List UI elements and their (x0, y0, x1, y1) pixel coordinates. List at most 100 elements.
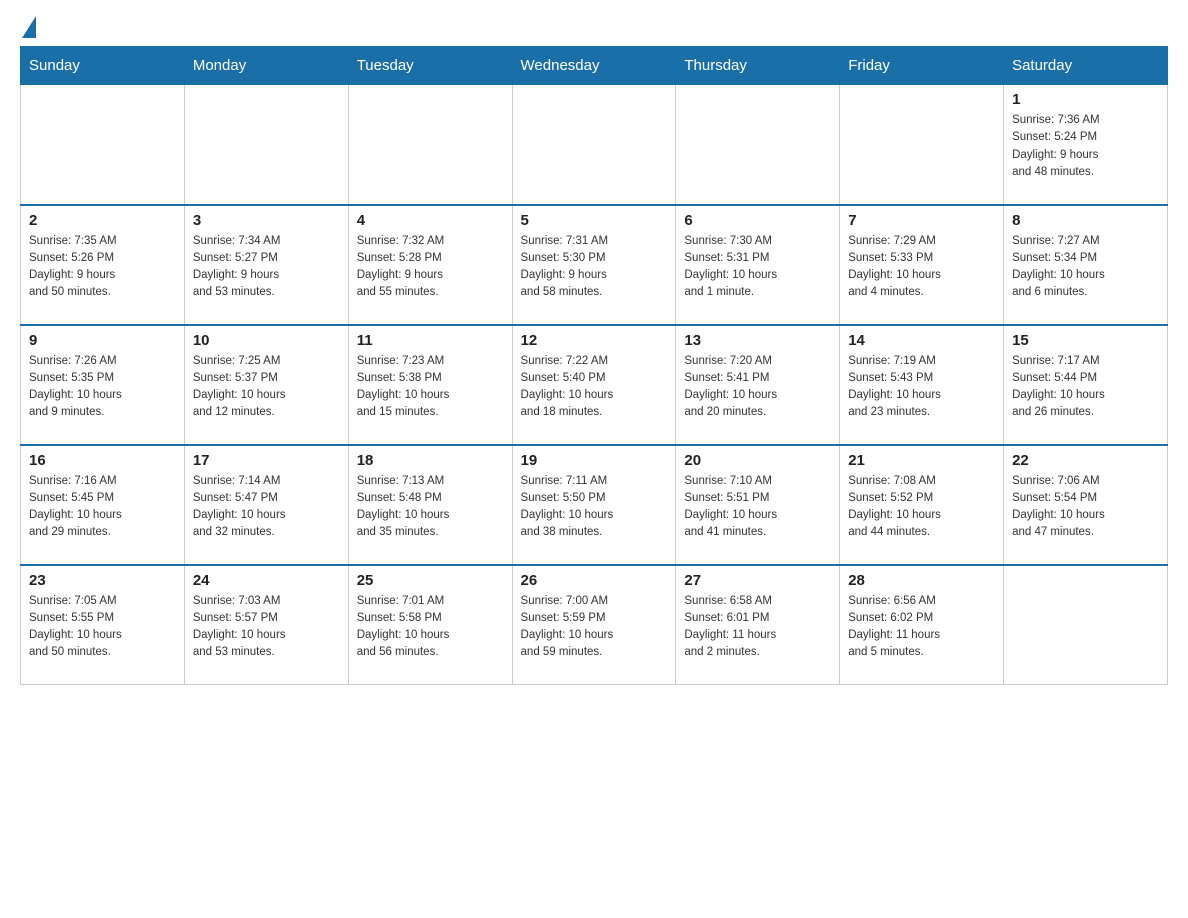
calendar-cell (512, 85, 676, 205)
calendar-cell: 14Sunrise: 7:19 AM Sunset: 5:43 PM Dayli… (840, 325, 1004, 445)
calendar-cell: 20Sunrise: 7:10 AM Sunset: 5:51 PM Dayli… (676, 445, 840, 565)
day-info: Sunrise: 7:20 AM Sunset: 5:41 PM Dayligh… (684, 353, 831, 422)
day-info: Sunrise: 7:11 AM Sunset: 5:50 PM Dayligh… (521, 473, 668, 542)
day-number: 1 (1012, 91, 1159, 108)
day-number: 14 (848, 332, 995, 349)
calendar-cell (21, 85, 185, 205)
calendar-cell: 5 Sunrise: 7:31 AM Sunset: 5:30 PM Daylig… (512, 205, 676, 325)
calendar-cell: 7Sunrise: 7:29 AM Sunset: 5:33 PM Daylig… (840, 205, 1004, 325)
week-row-5: 23 Sunrise: 7:05 AM Sunset: 5:55 PM Dayli… (21, 565, 1168, 685)
calendar-cell (184, 85, 348, 205)
day-info: Sunrise: 7:06 AM Sunset: 5:54 PM Dayligh… (1012, 473, 1159, 542)
calendar-cell: 22 Sunrise: 7:06 AM Sunset: 5:54 PM Dayli… (1004, 445, 1168, 565)
day-number: 20 (684, 452, 831, 469)
calendar-cell: 2Sunrise: 7:35 AM Sunset: 5:26 PM Daylig… (21, 205, 185, 325)
calendar-cell: 24 Sunrise: 7:03 AM Sunset: 5:57 PM Dayli… (184, 565, 348, 685)
weekday-header-saturday: Saturday (1004, 47, 1168, 85)
day-info: Sunrise: 7:26 AM Sunset: 5:35 PM Dayligh… (29, 353, 176, 422)
day-number: 6 (684, 212, 831, 229)
calendar-cell: 23 Sunrise: 7:05 AM Sunset: 5:55 PM Dayli… (21, 565, 185, 685)
day-number: 18 (357, 452, 504, 469)
day-number: 10 (193, 332, 340, 349)
day-number: 8 (1012, 212, 1159, 229)
calendar-cell: 28 Sunrise: 6:56 AM Sunset: 6:02 PM Dayli… (840, 565, 1004, 685)
day-number: 17 (193, 452, 340, 469)
day-info: Sunrise: 6:56 AM Sunset: 6:02 PM Dayligh… (848, 593, 995, 662)
calendar-cell: 18 Sunrise: 7:13 AM Sunset: 5:48 PM Dayli… (348, 445, 512, 565)
day-info: Sunrise: 7:27 AM Sunset: 5:34 PM Dayligh… (1012, 233, 1159, 302)
calendar-cell: 6 Sunrise: 7:30 AM Sunset: 5:31 PM Daylig… (676, 205, 840, 325)
day-number: 24 (193, 572, 340, 589)
day-info: Sunrise: 7:34 AM Sunset: 5:27 PM Dayligh… (193, 233, 340, 302)
calendar-cell: 10 Sunrise: 7:25 AM Sunset: 5:37 PM Dayli… (184, 325, 348, 445)
day-info: Sunrise: 7:14 AM Sunset: 5:47 PM Dayligh… (193, 473, 340, 542)
weekday-header-thursday: Thursday (676, 47, 840, 85)
day-number: 28 (848, 572, 995, 589)
calendar-cell: 12Sunrise: 7:22 AM Sunset: 5:40 PM Dayli… (512, 325, 676, 445)
week-row-1: 1 Sunrise: 7:36 AM Sunset: 5:24 PM Daylig… (21, 85, 1168, 205)
calendar-cell (348, 85, 512, 205)
calendar-cell (676, 85, 840, 205)
weekday-header-sunday: Sunday (21, 47, 185, 85)
weekday-header-row: SundayMondayTuesdayWednesdayThursdayFrid… (21, 47, 1168, 85)
day-info: Sunrise: 7:30 AM Sunset: 5:31 PM Dayligh… (684, 233, 831, 302)
day-info: Sunrise: 7:31 AM Sunset: 5:30 PM Dayligh… (521, 233, 668, 302)
day-info: Sunrise: 7:08 AM Sunset: 5:52 PM Dayligh… (848, 473, 995, 542)
day-info: Sunrise: 7:00 AM Sunset: 5:59 PM Dayligh… (521, 593, 668, 662)
day-number: 13 (684, 332, 831, 349)
day-number: 16 (29, 452, 176, 469)
day-number: 19 (521, 452, 668, 469)
day-number: 26 (521, 572, 668, 589)
calendar-cell: 11 Sunrise: 7:23 AM Sunset: 5:38 PM Dayli… (348, 325, 512, 445)
day-number: 15 (1012, 332, 1159, 349)
day-number: 5 (521, 212, 668, 229)
day-info: Sunrise: 7:13 AM Sunset: 5:48 PM Dayligh… (357, 473, 504, 542)
day-info: Sunrise: 6:58 AM Sunset: 6:01 PM Dayligh… (684, 593, 831, 662)
calendar-table: SundayMondayTuesdayWednesdayThursdayFrid… (20, 46, 1168, 685)
weekday-header-friday: Friday (840, 47, 1004, 85)
weekday-header-wednesday: Wednesday (512, 47, 676, 85)
day-info: Sunrise: 7:17 AM Sunset: 5:44 PM Dayligh… (1012, 353, 1159, 422)
page-header (20, 20, 1168, 36)
calendar-cell: 3 Sunrise: 7:34 AM Sunset: 5:27 PM Daylig… (184, 205, 348, 325)
day-info: Sunrise: 7:36 AM Sunset: 5:24 PM Dayligh… (1012, 112, 1159, 181)
day-number: 23 (29, 572, 176, 589)
calendar-cell (1004, 565, 1168, 685)
day-number: 21 (848, 452, 995, 469)
logo-triangle-icon (22, 16, 36, 38)
logo (20, 20, 36, 36)
day-info: Sunrise: 7:16 AM Sunset: 5:45 PM Dayligh… (29, 473, 176, 542)
calendar-cell: 19 Sunrise: 7:11 AM Sunset: 5:50 PM Dayli… (512, 445, 676, 565)
calendar-cell: 25 Sunrise: 7:01 AM Sunset: 5:58 PM Dayli… (348, 565, 512, 685)
day-number: 9 (29, 332, 176, 349)
calendar-cell: 13 Sunrise: 7:20 AM Sunset: 5:41 PM Dayli… (676, 325, 840, 445)
day-number: 2 (29, 212, 176, 229)
day-info: Sunrise: 7:01 AM Sunset: 5:58 PM Dayligh… (357, 593, 504, 662)
day-info: Sunrise: 7:29 AM Sunset: 5:33 PM Dayligh… (848, 233, 995, 302)
weekday-header-monday: Monday (184, 47, 348, 85)
calendar-cell: 21 Sunrise: 7:08 AM Sunset: 5:52 PM Dayli… (840, 445, 1004, 565)
day-info: Sunrise: 7:03 AM Sunset: 5:57 PM Dayligh… (193, 593, 340, 662)
day-info: Sunrise: 7:25 AM Sunset: 5:37 PM Dayligh… (193, 353, 340, 422)
weekday-header-tuesday: Tuesday (348, 47, 512, 85)
calendar-cell: 16 Sunrise: 7:16 AM Sunset: 5:45 PM Dayli… (21, 445, 185, 565)
day-number: 3 (193, 212, 340, 229)
day-number: 22 (1012, 452, 1159, 469)
calendar-cell: 9 Sunrise: 7:26 AM Sunset: 5:35 PM Daylig… (21, 325, 185, 445)
day-number: 4 (357, 212, 504, 229)
day-number: 11 (357, 332, 504, 349)
calendar-cell: 1 Sunrise: 7:36 AM Sunset: 5:24 PM Daylig… (1004, 85, 1168, 205)
day-info: Sunrise: 7:32 AM Sunset: 5:28 PM Dayligh… (357, 233, 504, 302)
calendar-cell (840, 85, 1004, 205)
day-info: Sunrise: 7:23 AM Sunset: 5:38 PM Dayligh… (357, 353, 504, 422)
calendar-cell: 4 Sunrise: 7:32 AM Sunset: 5:28 PM Daylig… (348, 205, 512, 325)
week-row-2: 2Sunrise: 7:35 AM Sunset: 5:26 PM Daylig… (21, 205, 1168, 325)
day-number: 27 (684, 572, 831, 589)
day-number: 25 (357, 572, 504, 589)
week-row-4: 16 Sunrise: 7:16 AM Sunset: 5:45 PM Dayli… (21, 445, 1168, 565)
calendar-cell: 17 Sunrise: 7:14 AM Sunset: 5:47 PM Dayli… (184, 445, 348, 565)
calendar-cell: 15 Sunrise: 7:17 AM Sunset: 5:44 PM Dayli… (1004, 325, 1168, 445)
calendar-cell: 26 Sunrise: 7:00 AM Sunset: 5:59 PM Dayli… (512, 565, 676, 685)
day-info: Sunrise: 7:22 AM Sunset: 5:40 PM Dayligh… (521, 353, 668, 422)
day-info: Sunrise: 7:05 AM Sunset: 5:55 PM Dayligh… (29, 593, 176, 662)
